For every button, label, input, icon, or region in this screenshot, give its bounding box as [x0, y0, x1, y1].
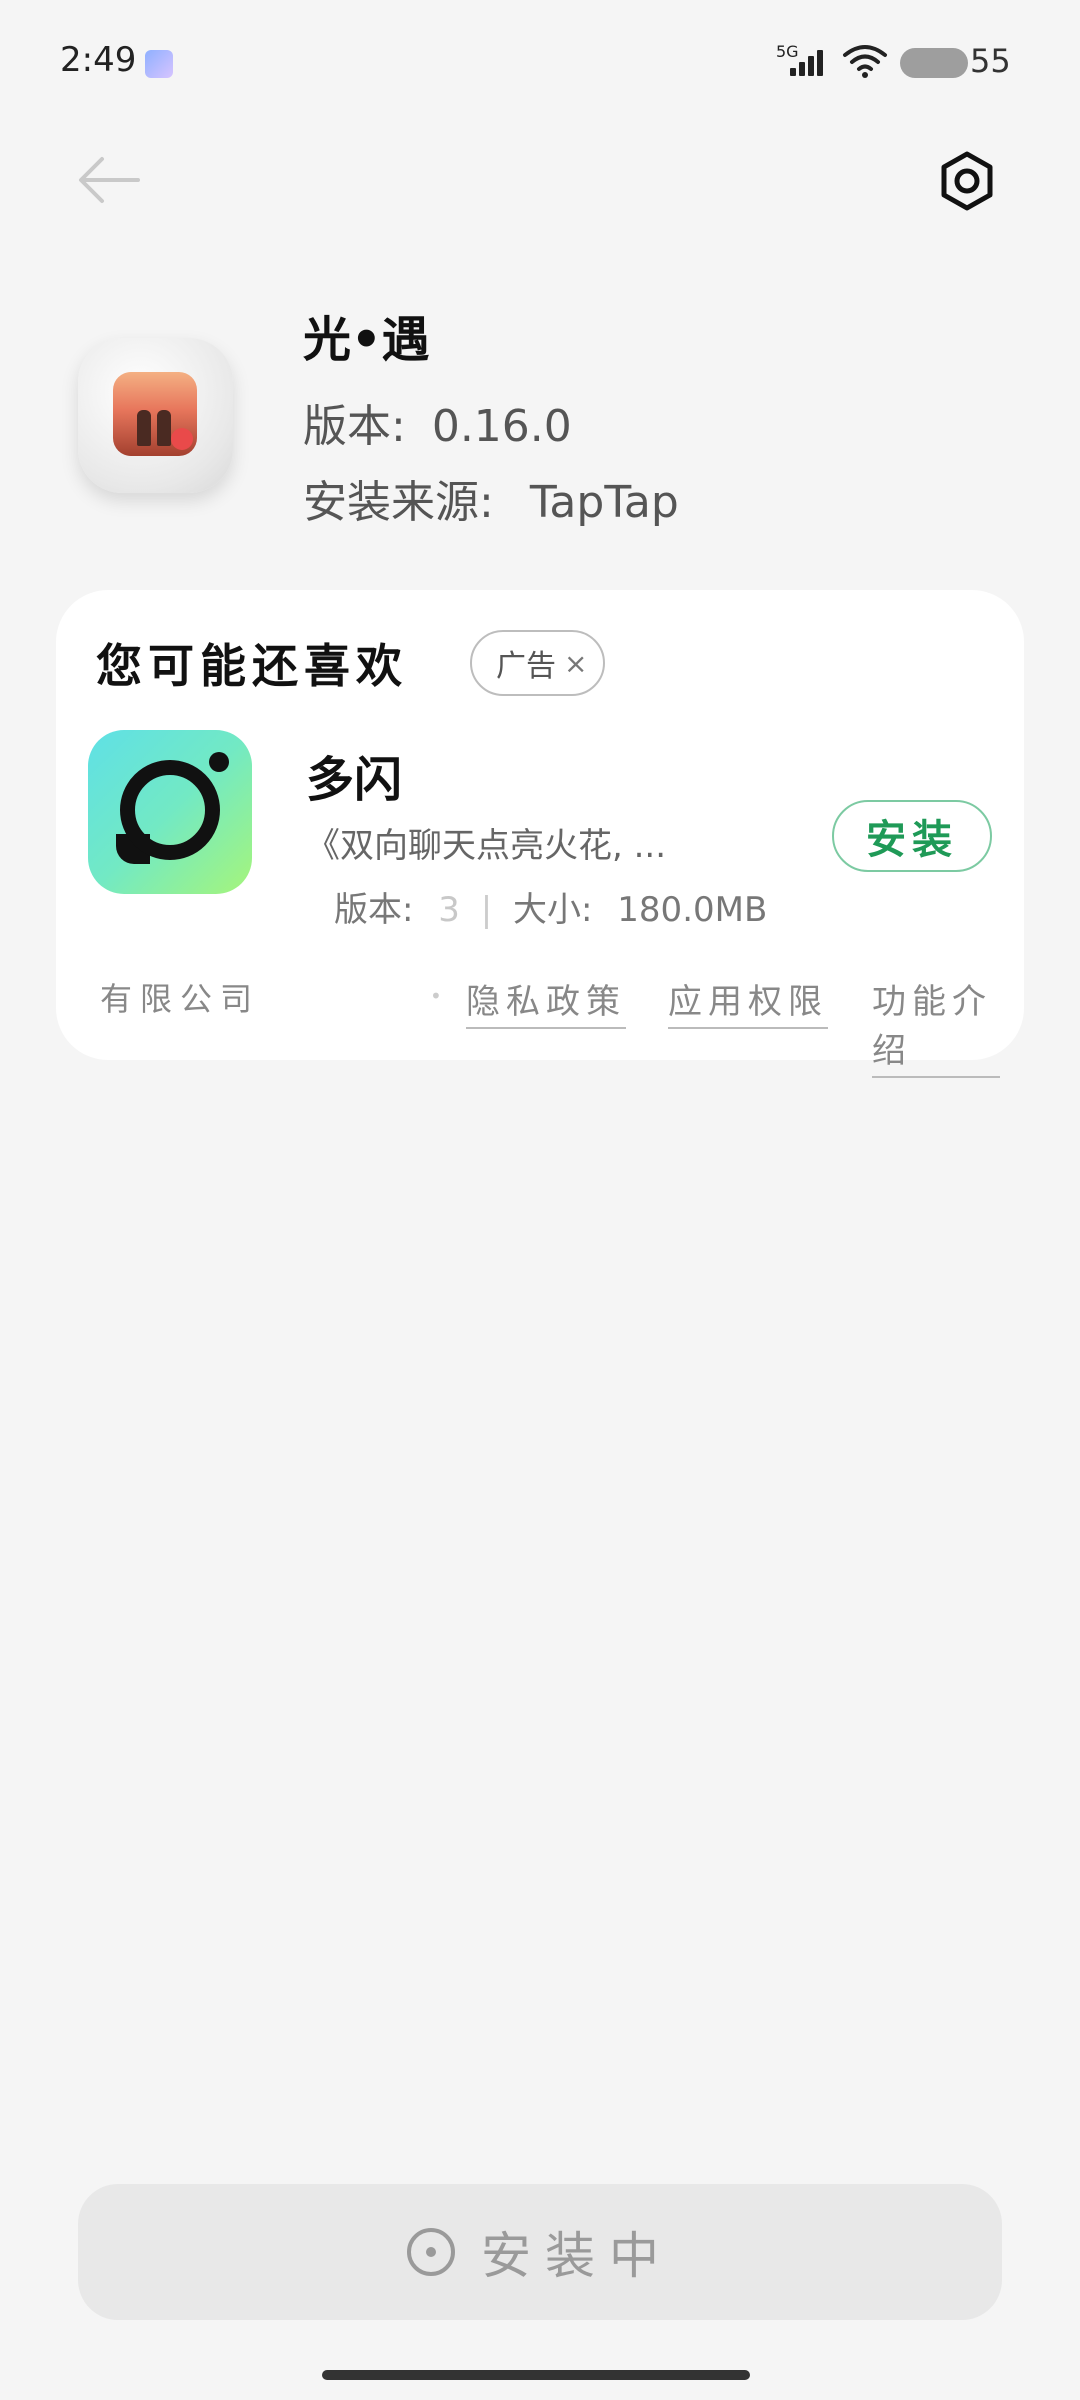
installing-progress-icon [407, 2228, 455, 2276]
app-name: 光•遇 [303, 312, 430, 368]
recommended-app-name[interactable]: 多闪 [306, 740, 402, 810]
privacy-policy-link[interactable]: 隐私政策 [466, 974, 626, 1029]
app-source-row: 安装来源: TapTap [303, 466, 679, 530]
recommendation-title: 您可能还喜欢 [96, 639, 408, 693]
app-icon [78, 338, 233, 493]
app-source-label: 安装来源: [303, 477, 494, 528]
settings-icon[interactable] [932, 146, 1002, 216]
signal-icon [790, 44, 830, 76]
feature-intro-link[interactable]: 功能介绍 [872, 974, 1000, 1078]
rec-size-label: 大小: [513, 890, 593, 930]
ad-close-icon[interactable]: × [564, 647, 587, 680]
back-arrow-icon[interactable] [72, 145, 152, 215]
recommended-app-icon[interactable] [88, 730, 252, 894]
recommendation-footer: 有限公司 • 隐私政策 应用权限 功能介绍 [100, 974, 1000, 1078]
battery-icon [900, 48, 968, 78]
app-source-value: TapTap [529, 477, 679, 528]
app-version-row: 版本: 0.16.0 [303, 390, 572, 454]
app-version-label: 版本: [303, 401, 406, 452]
home-indicator[interactable] [322, 2370, 750, 2380]
app-version-value: 0.16.0 [431, 401, 572, 452]
rec-size-value: 180.0MB [617, 890, 768, 930]
install-button[interactable]: 安装 [832, 800, 992, 872]
status-time: 2:49 [60, 40, 137, 80]
app-permissions-link[interactable]: 应用权限 [668, 974, 828, 1029]
developer-company: 有限公司 [100, 980, 261, 1018]
installing-label: 安装中 [481, 2227, 673, 2285]
recommended-app-meta: 版本: 3 | 大小: 180.0MB [334, 890, 768, 930]
rec-version-label: 版本: [334, 890, 414, 930]
rec-version-value: 3 [438, 890, 460, 930]
battery-level: 55 [970, 42, 1011, 80]
installing-button[interactable]: 安装中 [78, 2184, 1002, 2320]
ad-tag[interactable]: 广告 × [470, 630, 606, 696]
status-bar: 2:49 5G 55 [0, 0, 1080, 120]
footer-separator-dot: • [430, 984, 442, 1008]
wifi-icon [843, 45, 887, 78]
recommended-app-description: 《双向聊天点亮火花, ... [306, 826, 667, 866]
app-install-page: 2:49 5G 55 光•遇 版本: 0.16.0 安装来源: TapTap 您… [0, 0, 1080, 2400]
recommendation-card: 您可能还喜欢 广告 × 多闪 《双向聊天点亮火花, ... 版本: 3 | 大小… [56, 590, 1024, 1078]
notification-icon [145, 50, 173, 78]
ad-tag-label: 广告 [496, 649, 556, 684]
